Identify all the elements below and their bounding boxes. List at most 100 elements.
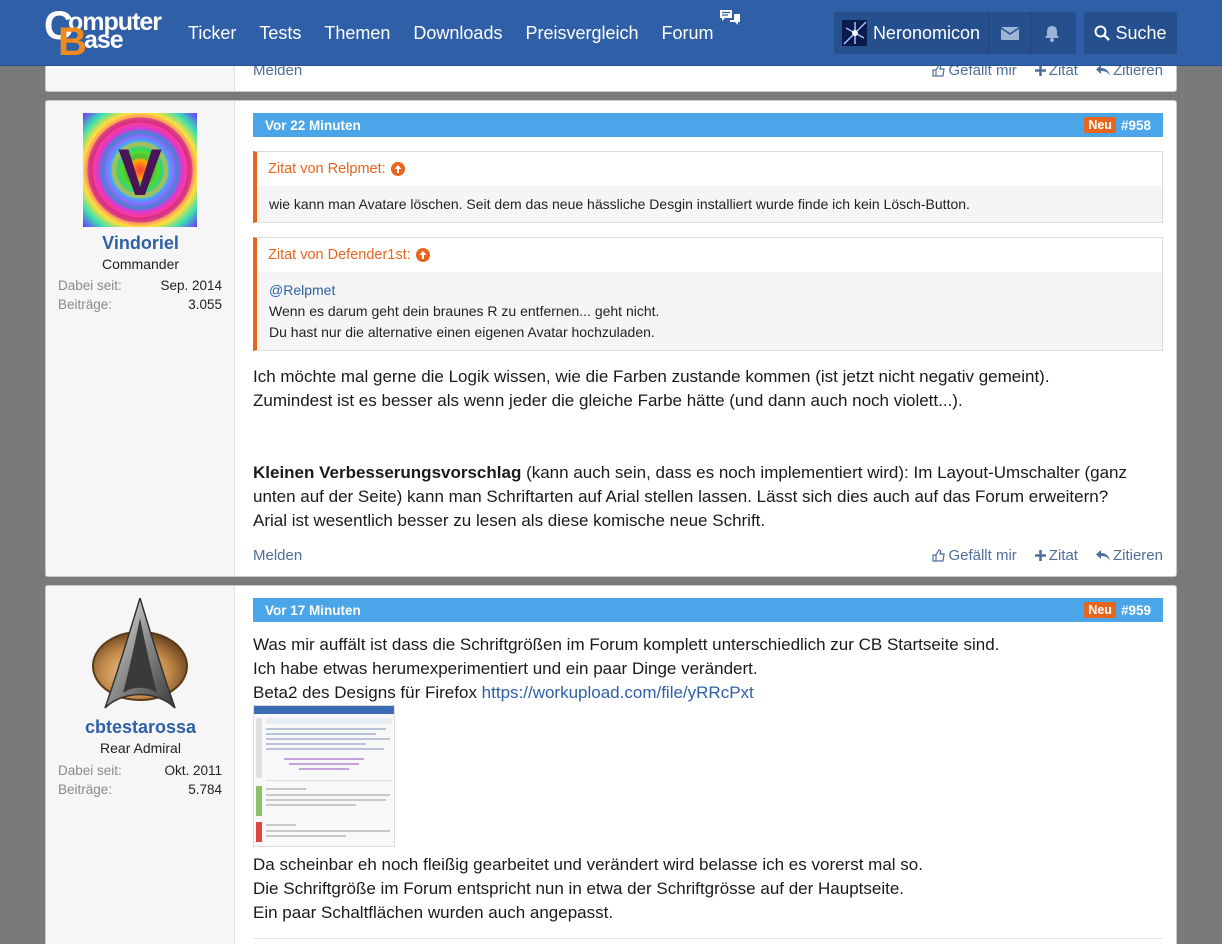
post-header-right: Neu #959 [1084,602,1151,618]
new-badge: Neu [1084,117,1116,133]
chat-bubbles-icon [719,9,740,25]
plus-icon [1034,64,1046,76]
post-header-right: Neu #958 [1084,117,1151,133]
post-count-label: Beiträge: [58,782,113,797]
quote-body: @Relpmet Wenn es darum geht dein braunes… [257,272,1162,351]
text-line: Zumindest ist es besser als wenn jeder d… [253,391,963,410]
reply-quote-label: Zitieren [1112,546,1163,564]
nav-preisvergleich[interactable]: Preisvergleich [525,23,638,44]
text-line: Beta2 des Designs für Firefox https://wo… [253,681,1163,705]
download-link[interactable]: https://workupload.com/file/yRRcPxt [482,683,754,702]
post-header: Vor 22 Minuten Neu #958 [253,113,1163,137]
text-line: unten auf der Seite) kann man Schriftart… [253,487,1109,506]
author-name[interactable]: cbtestarossa [46,717,235,738]
thumbs-up-icon [932,548,946,562]
reply-icon [1095,549,1110,561]
post-959: cbtestarossa Rear Admiral Dabei seit: Ok… [45,585,1177,944]
report-button[interactable]: Melden [253,547,302,564]
quote-add-label: Zitat [1048,546,1078,564]
quote-line: Du hast nur die alternative einen eigene… [269,324,655,340]
arrow-up-circle-icon [390,162,405,176]
text-line: Ein paar Schaltflächen wurden auch angep… [253,903,614,922]
vindoriel-avatar[interactable]: V [83,113,197,227]
post-959-content: Vor 17 Minuten Neu #959 Was mir auffält … [253,586,1163,944]
logo-b: B [58,20,87,64]
text-line: Da scheinbar eh noch fleißig gearbeitet … [253,855,923,874]
quote-author: Zitat von Defender1st: [268,247,411,263]
post-958-sidebar: V Vindoriel Commander Dabei seit: Sep. 2… [46,101,235,576]
nav-tests[interactable]: Tests [259,23,301,44]
text-line-rest: (kann auch sein, dass es noch implementi… [521,463,1127,482]
post-divider [253,938,1163,939]
member-since-row: Dabei seit: Sep. 2014 [58,278,222,293]
quote-header[interactable]: Zitat von Relpmet: [257,152,1162,186]
notifications-button[interactable] [1031,12,1073,54]
site-header: C omputer B ase Ticker Tests Themen Down… [0,0,1222,66]
text-line: Arial ist wesentlich besser zu lesen als… [253,511,766,530]
like-button[interactable]: Gefällt mir [932,546,1017,564]
bell-icon [1045,25,1059,42]
quote-add-button[interactable]: Zitat [1034,546,1078,564]
quote-author: Zitat von Relpmet: [268,161,386,177]
post-paragraph-1: Ich möchte mal gerne die Logik wissen, w… [253,365,1163,413]
link-prefix: Beta2 des Designs für Firefox [253,683,482,702]
nav-downloads[interactable]: Downloads [413,23,502,44]
reply-icon [1095,64,1110,76]
user-profile-button[interactable]: Neronomicon [834,12,989,54]
author-title: Rear Admiral [100,740,181,756]
post-count-row: Beiträge: 3.055 [58,297,222,312]
main-nav: Ticker Tests Themen Downloads Preisvergl… [188,0,740,66]
post-paragraph-top: Was mir auffält ist dass die Schriftgröß… [253,633,1163,705]
post-number[interactable]: #959 [1121,603,1151,618]
quote-body: wie kann man Avatare löschen. Seit dem d… [257,186,1162,223]
new-badge: Neu [1084,602,1116,618]
post-958-content: Vor 22 Minuten Neu #958 Zitat von Relpme… [253,101,1163,576]
post-number[interactable]: #958 [1121,118,1151,133]
screenshot-thumbnail[interactable] [253,705,395,847]
nav-themen[interactable]: Themen [324,23,390,44]
post-action-group: Gefällt mir Zitat Zitieren [914,547,1163,564]
quote-line: wie kann man Avatare löschen. Seit dem d… [269,196,970,212]
post-paragraph-bottom: Da scheinbar eh noch fleißig gearbeitet … [253,853,1163,925]
quote-relpmet: Zitat von Relpmet: wie kann man Avatare … [253,151,1163,223]
post-time[interactable]: Vor 17 Minuten [265,603,361,618]
bold-lead: Kleinen Verbesserungsvorschlag [253,463,522,482]
arrow-up-circle-icon [415,248,430,262]
member-since-value: Okt. 2011 [164,763,222,778]
quote-defender1st: Zitat von Defender1st: @Relpmet Wenn es … [253,237,1163,351]
user-mention[interactable]: @Relpmet [269,280,1150,301]
username-label: Neronomicon [872,22,980,43]
search-icon [1094,25,1111,41]
user-menu: Neronomicon [834,12,1076,54]
nav-ticker[interactable]: Ticker [188,23,236,44]
reply-quote-button[interactable]: Zitieren [1095,546,1163,564]
post-count-label: Beiträge: [58,297,113,312]
nav-forum[interactable]: Forum [662,9,740,44]
text-line: Kleinen Verbesserungsvorschlag (kann auc… [253,461,1163,485]
author-title: Commander [101,256,180,272]
member-since-label: Dabei seit: [58,763,122,778]
plus-icon [1034,549,1046,561]
author-name[interactable]: Vindoriel [46,233,235,254]
search-button[interactable]: Suche [1084,12,1177,54]
post-header: Vor 17 Minuten Neu #959 [253,598,1163,622]
logo-line2: ase [84,26,124,54]
quote-line: Wenn es darum geht dein braunes R zu ent… [269,303,660,319]
post-959-sidebar: cbtestarossa Rear Admiral Dabei seit: Ok… [46,586,235,944]
post-958: V Vindoriel Commander Dabei seit: Sep. 2… [45,100,1177,577]
post-time[interactable]: Vor 22 Minuten [265,118,361,133]
post-actions: Melden Gefällt mir Zitat Zitieren [253,544,1163,566]
computerbase-logo[interactable]: C omputer B ase [44,4,164,64]
text-line: Ich möchte mal gerne die Logik wissen, w… [253,367,1050,386]
member-since-label: Dabei seit: [58,278,122,293]
post-count-row: Beiträge: 5.784 [58,782,222,797]
member-since-value: Sep. 2014 [160,278,222,293]
text-line: Ich habe etwas herumexperimentiert und e… [253,659,758,678]
cbtestarossa-avatar[interactable] [83,595,197,712]
search-label: Suche [1115,22,1167,43]
text-line: Die Schriftgröße im Forum entspricht nun… [253,879,905,898]
text-line: Was mir auffält ist dass die Schriftgröß… [253,635,1000,654]
messages-button[interactable] [989,12,1031,54]
quote-header[interactable]: Zitat von Defender1st: [257,238,1162,272]
like-label: Gefällt mir [948,546,1017,564]
